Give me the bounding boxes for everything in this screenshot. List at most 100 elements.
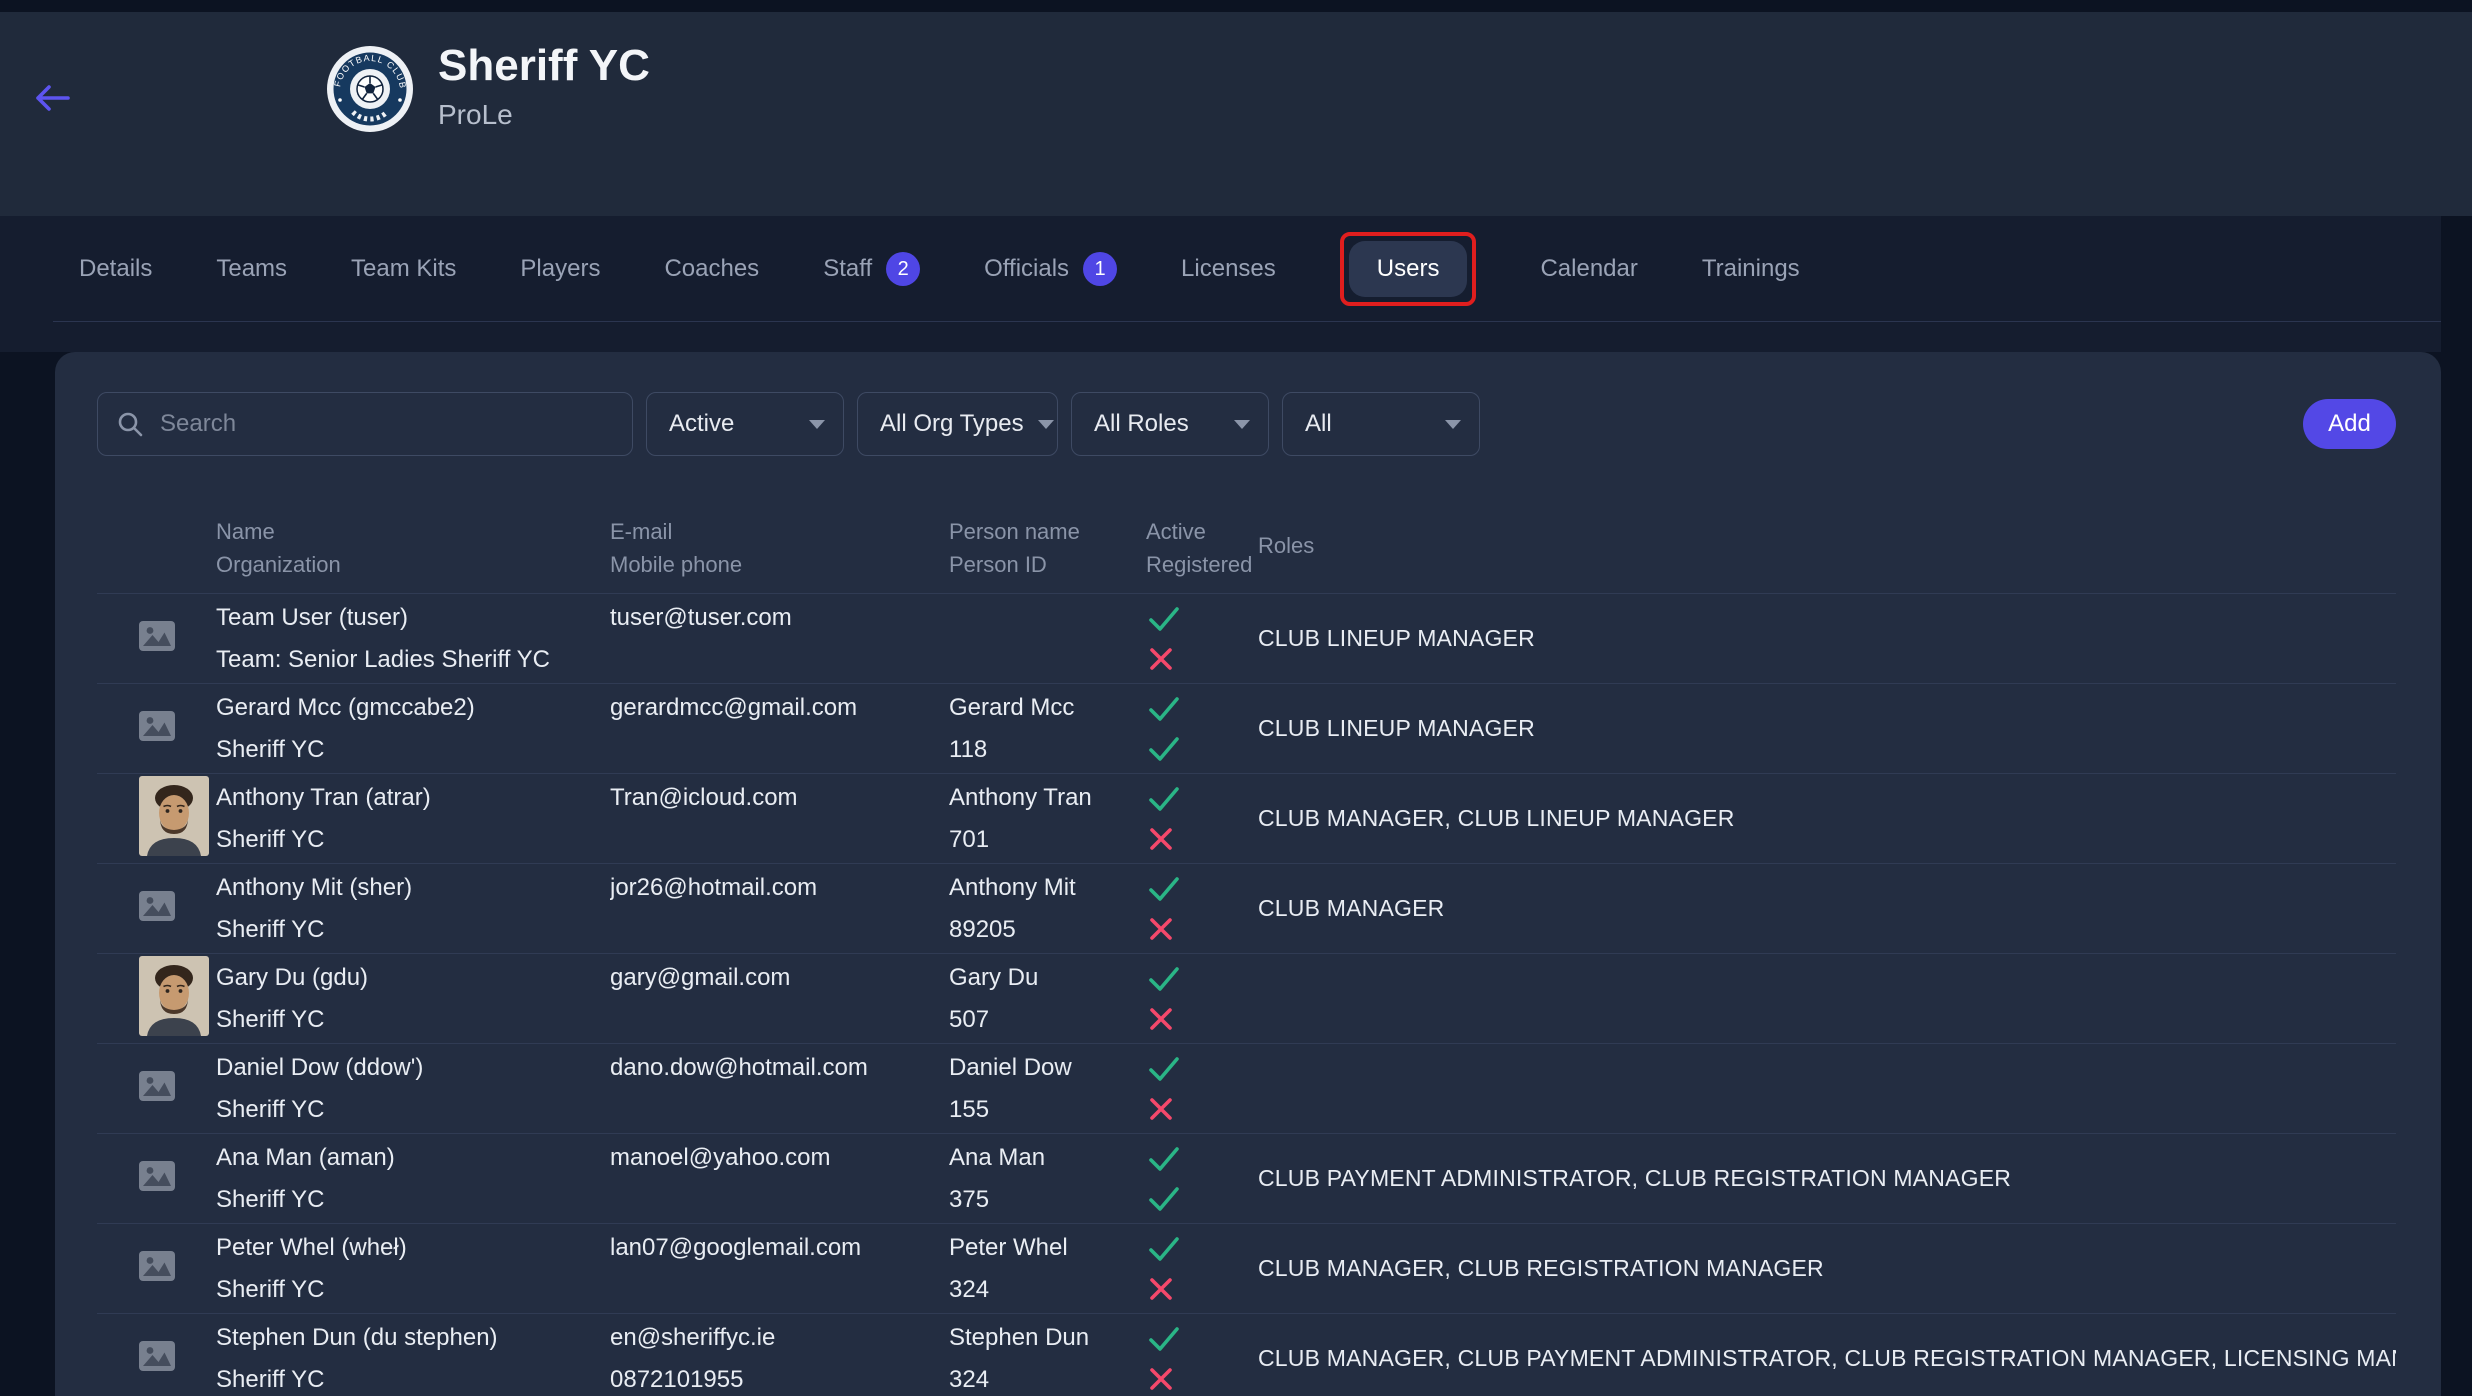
tab-players[interactable]: Players (520, 255, 600, 283)
check-icon (1148, 1056, 1258, 1082)
club-header: FOOTBALL CLUB Sheriff YC ProLe (0, 12, 2472, 216)
user-mobile: 0872101955 (610, 1366, 949, 1394)
table-row[interactable]: Team User (tuser) Team: Senior Ladies Sh… (97, 593, 2396, 683)
user-mobile (610, 916, 949, 944)
person-id: 375 (949, 1186, 1146, 1214)
check-icon (1148, 1326, 1258, 1352)
scope-filter-select[interactable]: All (1282, 392, 1480, 456)
role-filter-select[interactable]: All Roles (1071, 392, 1269, 456)
page-subtitle: ProLe (438, 100, 650, 130)
user-email: dano.dow@hotmail.com (610, 1054, 949, 1082)
person-name: Anthony Tran (949, 784, 1146, 812)
table-row[interactable]: Peter Whel (wheł) Sheriff YC lan07@googl… (97, 1223, 2396, 1313)
status-filter-select[interactable]: Active (646, 392, 844, 456)
status-filter-value: Active (669, 410, 734, 438)
table-row[interactable]: Gerard Mcc (gmccabe2) Sheriff YC gerardm… (97, 683, 2396, 773)
tab-licenses[interactable]: Licenses (1181, 255, 1276, 283)
user-organization: Sheriff YC (216, 826, 610, 854)
user-organization: Sheriff YC (216, 736, 610, 764)
person-name: Ana Man (949, 1144, 1146, 1172)
user-organization: Sheriff YC (216, 1366, 610, 1394)
person-name: Peter Whel (949, 1234, 1146, 1262)
back-button[interactable] (30, 76, 74, 120)
user-name: Gary Du (gdu) (216, 964, 610, 992)
user-mobile (610, 1096, 949, 1124)
tab-calendar[interactable]: Calendar (1540, 255, 1637, 283)
arrow-left-icon (32, 82, 72, 114)
table-row[interactable]: Gary Du (gdu) Sheriff YC gary@gmail.com … (97, 953, 2396, 1043)
tab-teams[interactable]: Teams (216, 255, 287, 283)
tab-team-kits[interactable]: Team Kits (351, 255, 456, 283)
tab-label: Staff (823, 255, 872, 283)
avatar-photo (139, 956, 209, 1041)
tab-bar: Details Teams Team Kits Players Coaches Staff… (79, 216, 1800, 322)
table-row[interactable]: Ana Man (aman) Sheriff YC manoel@yahoo.c… (97, 1133, 2396, 1223)
tab-staff[interactable]: Staff2 (823, 252, 920, 286)
person-id (949, 646, 1146, 674)
user-email: tuser@tuser.com (610, 604, 949, 632)
user-email: gerardmcc@gmail.com (610, 694, 949, 722)
user-name: Stephen Dun (du stephen) (216, 1324, 610, 1352)
person-name: Anthony Mit (949, 874, 1146, 902)
table-row[interactable]: Anthony Mit (sher) Sheriff YC jor26@hotm… (97, 863, 2396, 953)
org-type-filter-select[interactable]: All Org Types (857, 392, 1058, 456)
user-mobile (610, 646, 949, 674)
avatar-photo (139, 776, 209, 861)
tab-officials[interactable]: Officials1 (984, 252, 1117, 286)
add-user-button[interactable]: Add (2303, 399, 2396, 449)
tab-details[interactable]: Details (79, 255, 152, 283)
user-mobile (610, 1276, 949, 1304)
user-email: manoel@yahoo.com (610, 1144, 949, 1172)
check-icon (1148, 876, 1258, 902)
tab-label: Users (1377, 255, 1440, 283)
user-roles: CLUB PAYMENT ADMINISTRATOR, CLUB REGISTR… (1258, 1134, 2396, 1223)
user-organization: Sheriff YC (216, 1186, 610, 1214)
cross-icon (1148, 826, 1258, 852)
club-users-page: FOOTBALL CLUB Sheriff YC ProLe Details Te… (0, 0, 2472, 1396)
check-icon (1148, 1146, 1258, 1172)
person-id: 507 (949, 1006, 1146, 1034)
tab-trainings[interactable]: Trainings (1702, 255, 1800, 283)
search-input[interactable] (158, 409, 614, 439)
user-name: Daniel Dow (ddow') (216, 1054, 610, 1082)
user-roles: CLUB MANAGER, CLUB LINEUP MANAGER (1258, 774, 2396, 863)
user-name: Anthony Tran (atrar) (216, 784, 610, 812)
user-email: Tran@icloud.com (610, 784, 949, 812)
check-icon (1148, 606, 1258, 632)
col-header-roles: Roles (1258, 533, 2396, 559)
image-placeholder-icon (139, 891, 175, 926)
filter-bar: Active All Org Types All Roles All Add (97, 392, 2396, 456)
tab-label: Officials (984, 255, 1069, 283)
users-tab-highlight: Users (1340, 232, 1477, 306)
table-row[interactable]: Anthony Tran (atrar) Sheriff YC Tran@icl… (97, 773, 2396, 863)
user-mobile (610, 1186, 949, 1214)
role-filter-value: All Roles (1094, 410, 1189, 438)
person-id: 118 (949, 736, 1146, 764)
tab-band: Details Teams Team Kits Players Coaches Staff… (0, 216, 2441, 352)
user-name: Anthony Mit (sher) (216, 874, 610, 902)
user-roles: CLUB LINEUP MANAGER (1258, 684, 2396, 773)
tab-users[interactable]: Users (1349, 241, 1468, 297)
image-placeholder-icon (139, 1341, 175, 1376)
image-placeholder-icon (139, 1251, 175, 1286)
check-icon (1148, 696, 1258, 722)
table-row[interactable]: Daniel Dow (ddow') Sheriff YC dano.dow@h… (97, 1043, 2396, 1133)
cross-icon (1148, 1276, 1258, 1302)
col-header-person-id: Person ID (949, 553, 1146, 577)
image-placeholder-icon (139, 621, 175, 656)
user-email: en@sheriffyc.ie (610, 1324, 949, 1352)
user-mobile (610, 1006, 949, 1034)
tab-coaches[interactable]: Coaches (664, 255, 759, 283)
search-box[interactable] (97, 392, 633, 456)
users-panel: Active All Org Types All Roles All Add N… (55, 352, 2441, 1396)
tab-label: Licenses (1181, 255, 1276, 283)
user-email: lan07@googlemail.com (610, 1234, 949, 1262)
table-row[interactable]: Stephen Dun (du stephen) Sheriff YC en@s… (97, 1313, 2396, 1396)
user-mobile (610, 826, 949, 854)
user-organization: Sheriff YC (216, 916, 610, 944)
col-header-active: Active (1146, 520, 1258, 544)
table-header: Name Organization E-mail Mobile phone Pe… (97, 456, 2396, 593)
user-roles: CLUB LINEUP MANAGER (1258, 594, 2396, 683)
check-icon (1148, 966, 1258, 992)
tab-label: Players (520, 255, 600, 283)
